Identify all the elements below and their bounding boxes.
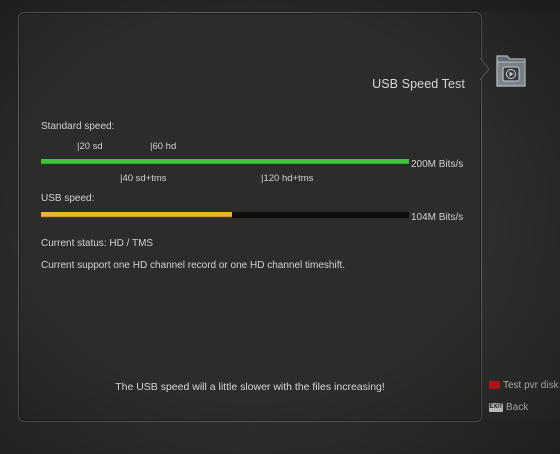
speed-note: The USB speed will a little slower with … xyxy=(115,381,385,393)
tick-120-hd-tms: |120 hd+tms xyxy=(261,173,314,184)
test-pvr-label: Test pvr disk s xyxy=(503,379,560,391)
standard-speed-value: 200M Bits/s xyxy=(411,159,464,170)
main-panel: USB Speed Test Standard speed: |20 sd |6… xyxy=(18,12,482,422)
usb-speed-value: 104M Bits/s xyxy=(411,212,464,223)
standard-speed-bar xyxy=(41,159,409,165)
current-support: Current support one HD channel record or… xyxy=(41,260,346,271)
pointer-arrow-icon xyxy=(480,58,490,80)
tick-20-sd: |20 sd xyxy=(77,141,103,152)
tick-60-hd: |60 hd xyxy=(150,141,177,152)
current-status: Current status: HD / TMS xyxy=(41,238,154,249)
standard-speed-label: Standard speed: xyxy=(41,121,115,132)
back-hint[interactable]: EXIT Back xyxy=(489,400,528,414)
usb-speed-bar-fill xyxy=(41,212,233,218)
folder-icon xyxy=(496,55,526,87)
standard-speed-bar-fill xyxy=(41,159,409,165)
exit-key-icon: EXIT xyxy=(489,402,503,412)
tick-40-sd-tms: |40 sd+tms xyxy=(120,173,167,184)
red-button-icon xyxy=(489,381,500,389)
back-label: Back xyxy=(506,401,529,413)
panel-title: USB Speed Test xyxy=(372,77,465,91)
usb-speed-bar xyxy=(41,212,409,218)
usb-speed-test-screen: USB Speed Test Standard speed: |20 sd |6… xyxy=(0,0,560,454)
test-pvr-disk-hint[interactable]: Test pvr disk s xyxy=(489,378,560,392)
usb-speed-label: USB speed: xyxy=(41,193,95,204)
